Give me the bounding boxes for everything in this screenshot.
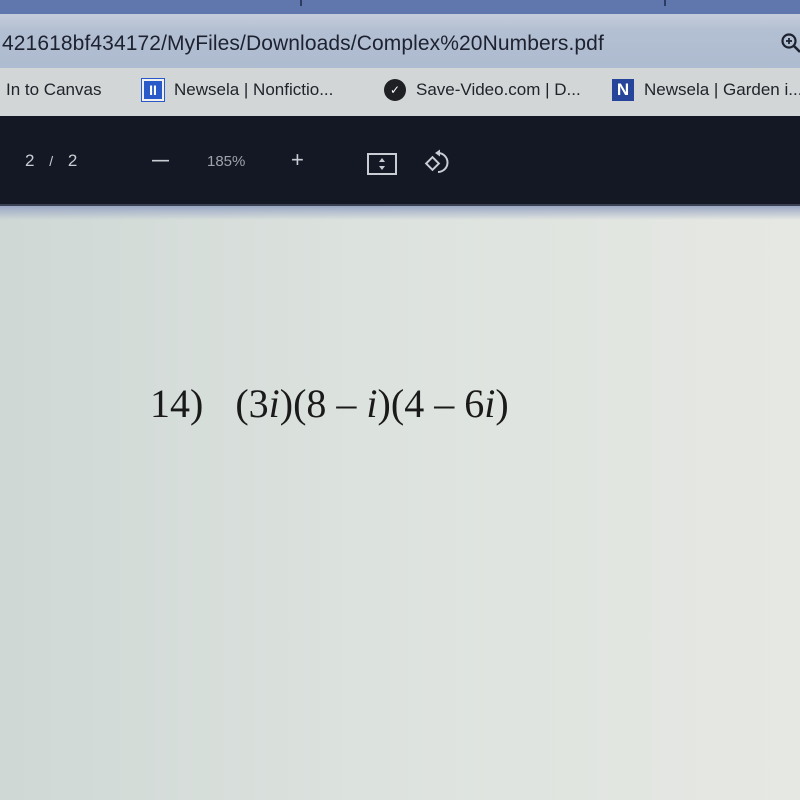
expr-part: ) [495, 381, 509, 426]
bookmark-label: Save-Video.com | D... [416, 80, 581, 99]
url-text[interactable]: 421618bf434172/MyFiles/Downloads/Complex… [2, 32, 604, 56]
zoom-in-button[interactable]: + [291, 147, 304, 173]
pdf-toolbar: 2 / 2 — 185% + [0, 116, 800, 206]
save-video-icon: ✓ [384, 79, 406, 101]
page-indicator[interactable]: 2 / 2 [25, 151, 77, 171]
imaginary-unit: i [484, 381, 496, 426]
address-bar[interactable]: 421618bf434172/MyFiles/Downloads/Complex… [0, 14, 800, 68]
zoom-out-button[interactable]: — [152, 150, 169, 170]
rotate-button[interactable] [424, 148, 452, 181]
expr-part: )(8 – [279, 381, 367, 426]
problem-14: 14) (3i)(8 – i)(4 – 6i) [150, 380, 509, 427]
bookmark-canvas[interactable]: In to Canvas [6, 78, 101, 102]
total-pages: 2 [67, 151, 78, 170]
problem-expression: (3i)(8 – i)(4 – 6i) [235, 381, 508, 426]
page-top-edge [0, 206, 800, 220]
bookmark-label: Newsela | Nonfictio... [174, 80, 334, 99]
expr-part: (3 [235, 381, 269, 426]
browser-tab-strip [0, 0, 800, 14]
tab-divider [664, 0, 666, 6]
rotate-icon [424, 149, 449, 173]
zoom-level[interactable]: 185% [207, 153, 245, 170]
bookmarks-bar: In to Canvas II Newsela | Nonfictio... ✓… [0, 68, 800, 116]
newsela-n-icon: N [612, 79, 634, 101]
tab-divider [300, 0, 302, 6]
zoom-in-magnifier-icon[interactable] [780, 32, 800, 54]
current-page[interactable]: 2 [25, 151, 34, 170]
imaginary-unit: i [268, 381, 280, 426]
page-separator: / [49, 153, 54, 169]
bookmark-newsela-garden[interactable]: N Newsela | Garden i... [612, 78, 800, 102]
fit-to-page-icon [367, 153, 397, 175]
expr-part: )(4 – 6 [377, 381, 485, 426]
bookmark-save-video[interactable]: ✓ Save-Video.com | D... [384, 78, 581, 102]
pdf-page [0, 206, 800, 800]
bookmark-newsela-nonfiction[interactable]: II Newsela | Nonfictio... [141, 78, 334, 102]
fit-to-page-button[interactable] [367, 153, 397, 180]
newsela-bars-icon: II [141, 78, 165, 102]
bookmark-label: In to Canvas [6, 80, 102, 99]
problem-number: 14) [150, 381, 204, 426]
imaginary-unit: i [366, 381, 378, 426]
bookmark-label: Newsela | Garden i... [644, 80, 800, 99]
